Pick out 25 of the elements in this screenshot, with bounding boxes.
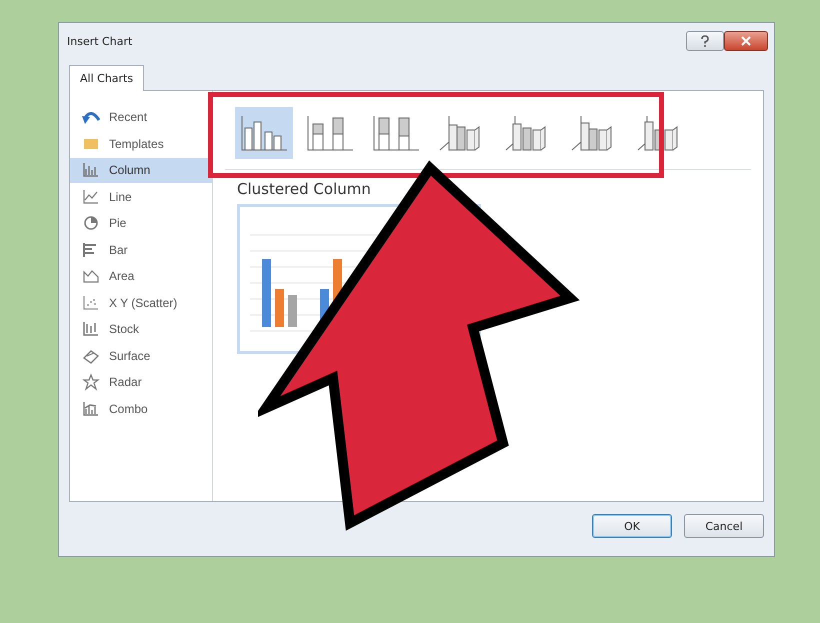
sidebar-item[interactable]: X Y (Scatter) — [70, 290, 212, 315]
chart-bar — [275, 289, 284, 327]
sidebar-item[interactable]: Surface — [70, 344, 212, 368]
sidebar-item[interactable]: Stock — [70, 317, 212, 342]
dialog-button[interactable]: OK — [592, 514, 672, 538]
dialog-button[interactable]: Cancel — [684, 514, 764, 538]
close-icon — [741, 36, 751, 46]
window-title: Insert Chart — [67, 34, 134, 48]
sidebar-item[interactable]: Recent — [70, 105, 212, 130]
help-button[interactable] — [686, 31, 724, 51]
sidebar-item[interactable]: Pie — [70, 211, 212, 236]
sidebar-item[interactable]: Line — [70, 184, 212, 209]
help-icon — [700, 35, 710, 47]
sidebar-item[interactable]: Column — [70, 158, 212, 182]
sidebar-item[interactable]: Area — [70, 264, 212, 288]
close-button[interactable] — [724, 31, 768, 51]
sidebar-item[interactable]: Combo — [70, 396, 212, 421]
sidebar-item[interactable]: Radar — [70, 370, 212, 394]
chart-subtype-button[interactable] — [235, 107, 293, 159]
chart-bar — [262, 259, 271, 327]
sidebar-item[interactable]: Templates — [70, 132, 212, 156]
subtype-title: Clustered Column — [237, 180, 372, 198]
chart-bar — [288, 295, 297, 327]
tab[interactable]: All Charts — [69, 65, 144, 91]
sidebar-item[interactable]: Bar — [70, 238, 212, 262]
